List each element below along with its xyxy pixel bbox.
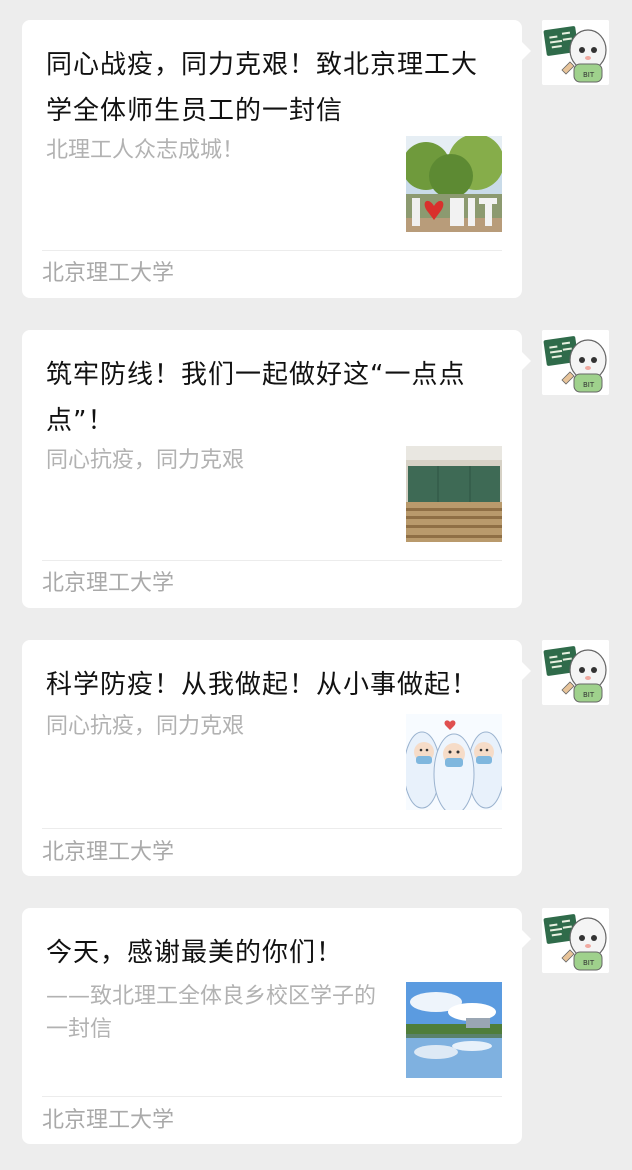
article-thumbnail bbox=[406, 982, 502, 1078]
article-source: 北京理工大学 bbox=[42, 1108, 175, 1133]
article-source: 北京理工大学 bbox=[42, 261, 175, 286]
article-digest: 同心抗疫，同力克艰 bbox=[46, 714, 245, 739]
article-thumbnail bbox=[406, 714, 502, 810]
article-thumbnail bbox=[406, 446, 502, 542]
bit-mascot-icon: BIT bbox=[542, 330, 609, 395]
article-digest: 同心抗疫，同力克艰 bbox=[46, 448, 245, 473]
article-title: 同心战疫，同力克艰！致北京理工大学全体师生员工的一封信 bbox=[46, 50, 479, 126]
article-source: 北京理工大学 bbox=[42, 571, 175, 596]
card-divider bbox=[42, 250, 502, 251]
article-digest: 北理工人众志成城！ bbox=[46, 138, 245, 163]
article-card[interactable]: 同心战疫，同力克艰！致北京理工大学全体师生员工的一封信 北理工人众志成城！ 北京… bbox=[22, 20, 531, 298]
article-title: 今天，感谢最美的你们！ bbox=[46, 938, 344, 968]
bit-mascot-avatar[interactable]: BIT bbox=[542, 330, 609, 395]
article-card[interactable]: 筑牢防线！我们一起做好这“一点点点”！ 同心抗疫，同力克艰 北京理工大学 bbox=[22, 330, 531, 608]
avatar-shirt-text: BIT bbox=[583, 381, 595, 389]
bit-mascot-icon: BIT bbox=[542, 20, 609, 85]
article-title: 科学防疫！从我做起！从小事做起！ bbox=[46, 670, 479, 700]
avatar-shirt-text: BIT bbox=[583, 71, 595, 79]
avatar-shirt-text: BIT bbox=[583, 959, 595, 967]
article-thumbnail bbox=[406, 136, 502, 232]
bit-mascot-icon: BIT bbox=[542, 908, 609, 973]
card-divider bbox=[42, 828, 502, 829]
card-divider bbox=[42, 560, 502, 561]
article-source: 北京理工大学 bbox=[42, 840, 175, 865]
bit-mascot-icon: BIT bbox=[542, 640, 609, 705]
bit-mascot-avatar[interactable]: BIT bbox=[542, 908, 609, 973]
avatar-shirt-text: BIT bbox=[583, 691, 595, 699]
bit-mascot-avatar[interactable]: BIT bbox=[542, 640, 609, 705]
article-title: 筑牢防线！我们一起做好这“一点点点”！ bbox=[46, 360, 466, 436]
article-card[interactable]: 今天，感谢最美的你们！ ——致北理工全体良乡校区学子的一封信 北京理工大学 bbox=[22, 908, 531, 1144]
bit-mascot-avatar[interactable]: BIT bbox=[542, 20, 609, 85]
article-card[interactable]: 科学防疫！从我做起！从小事做起！ 同心抗疫，同力克艰 北京理工大学 bbox=[22, 640, 531, 876]
article-digest: ——致北理工全体良乡校区学子的一封信 bbox=[46, 984, 377, 1042]
card-divider bbox=[42, 1096, 502, 1097]
